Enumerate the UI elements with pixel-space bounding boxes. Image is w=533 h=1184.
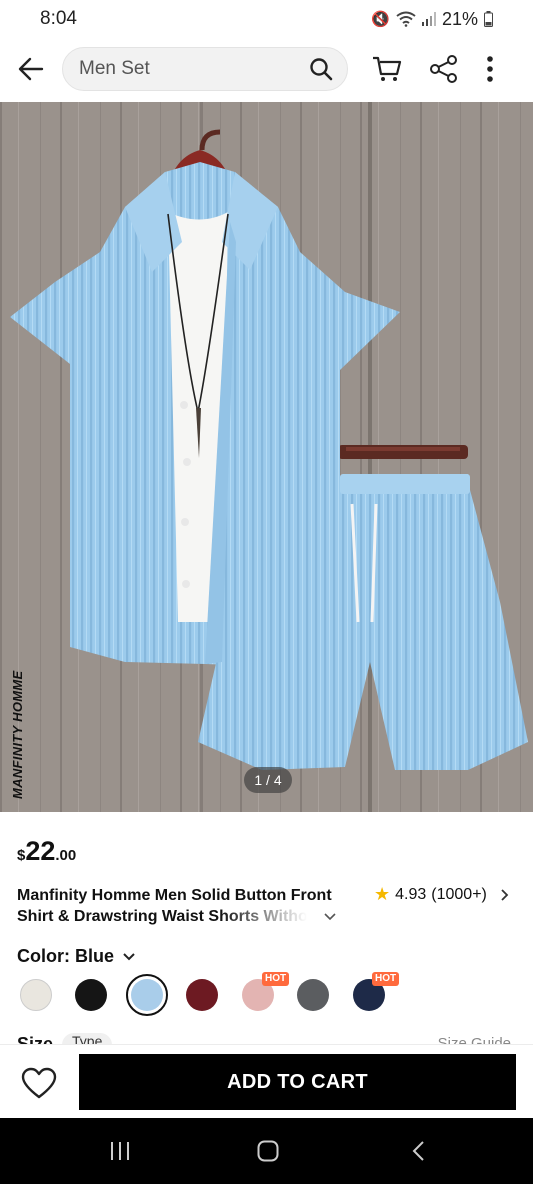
brand-watermark: MANFINITY HOMME	[10, 670, 25, 799]
product-price: $ 22 .00	[17, 836, 76, 867]
product-image	[0, 102, 533, 812]
product-rating[interactable]: ★ 4.93 (1000+)	[374, 884, 510, 905]
back-button[interactable]	[0, 38, 62, 100]
arrow-left-icon	[18, 57, 44, 81]
back-nav-button[interactable]	[378, 1118, 458, 1184]
rating-score: 4.93	[395, 885, 427, 903]
heart-icon	[21, 1067, 57, 1099]
swatch-burgundy[interactable]	[186, 979, 218, 1011]
recents-button[interactable]	[80, 1118, 160, 1184]
swatch-grey[interactable]	[297, 979, 329, 1011]
price-integer: 22	[25, 836, 56, 866]
product-title[interactable]: Manfinity Homme Men Solid Button Front S…	[17, 885, 337, 927]
share-icon	[429, 55, 457, 83]
bottom-action-bar: ADD TO CART	[0, 1044, 533, 1118]
system-nav-bar	[0, 1118, 533, 1184]
color-swatches: HOT HOT	[0, 970, 533, 1020]
more-vertical-icon	[487, 56, 493, 82]
search-input[interactable]: Men Set	[62, 47, 348, 91]
status-bar: 8:04 🔇 21%	[0, 0, 533, 38]
swatch-black[interactable]	[75, 979, 107, 1011]
product-title-line1: Manfinity Homme Men Solid Button Front	[17, 887, 332, 904]
size-guide-link[interactable]: Size Guide	[438, 1035, 511, 1044]
hot-badge: HOT	[262, 972, 290, 986]
mute-icon: 🔇	[371, 11, 390, 28]
search-icon[interactable]	[309, 57, 333, 81]
chevron-down-icon[interactable]	[323, 912, 337, 922]
price-currency: $	[17, 847, 26, 864]
more-button[interactable]	[472, 38, 508, 100]
recents-icon	[111, 1142, 129, 1160]
home-button[interactable]	[228, 1118, 308, 1184]
add-to-cart-button[interactable]: ADD TO CART	[79, 1054, 516, 1110]
size-row: Size Type Size Guide	[0, 1030, 533, 1044]
battery-icon	[484, 11, 493, 27]
share-button[interactable]	[415, 38, 472, 100]
swatch-blue[interactable]	[126, 974, 168, 1016]
image-page-indicator: 1 / 4	[244, 767, 292, 793]
product-image-carousel[interactable]: MANFINITY HOMME 1 / 4	[0, 102, 533, 812]
size-label: Size	[17, 1034, 54, 1044]
cart-button[interactable]	[358, 38, 415, 100]
product-title-line2: Shirt & Drawstring Waist Shorts Without	[17, 908, 307, 925]
top-bar: Men Set	[0, 38, 533, 100]
swatch-white[interactable]	[20, 979, 52, 1011]
cart-icon	[372, 56, 401, 81]
rating-count: (1000+)	[431, 885, 487, 903]
battery-percent: 21%	[441, 8, 478, 29]
wishlist-button[interactable]	[18, 1063, 60, 1103]
color-selector-label[interactable]: Color: Blue	[17, 946, 136, 967]
wifi-icon	[396, 11, 416, 27]
home-icon	[257, 1140, 279, 1162]
chevron-down-icon	[123, 952, 135, 960]
signal-icon	[421, 12, 436, 26]
chevron-left-icon	[412, 1141, 424, 1161]
star-icon: ★	[374, 884, 391, 904]
status-icons: 🔇 21%	[371, 9, 493, 30]
chevron-right-icon	[501, 888, 509, 901]
hot-badge: HOT	[372, 972, 400, 986]
status-time: 8:04	[40, 8, 77, 29]
size-type-dropdown[interactable]: Type	[62, 1033, 113, 1044]
price-decimal: .00	[55, 847, 77, 864]
color-label-text: Color: Blue	[17, 946, 114, 966]
search-value: Men Set	[79, 58, 150, 79]
